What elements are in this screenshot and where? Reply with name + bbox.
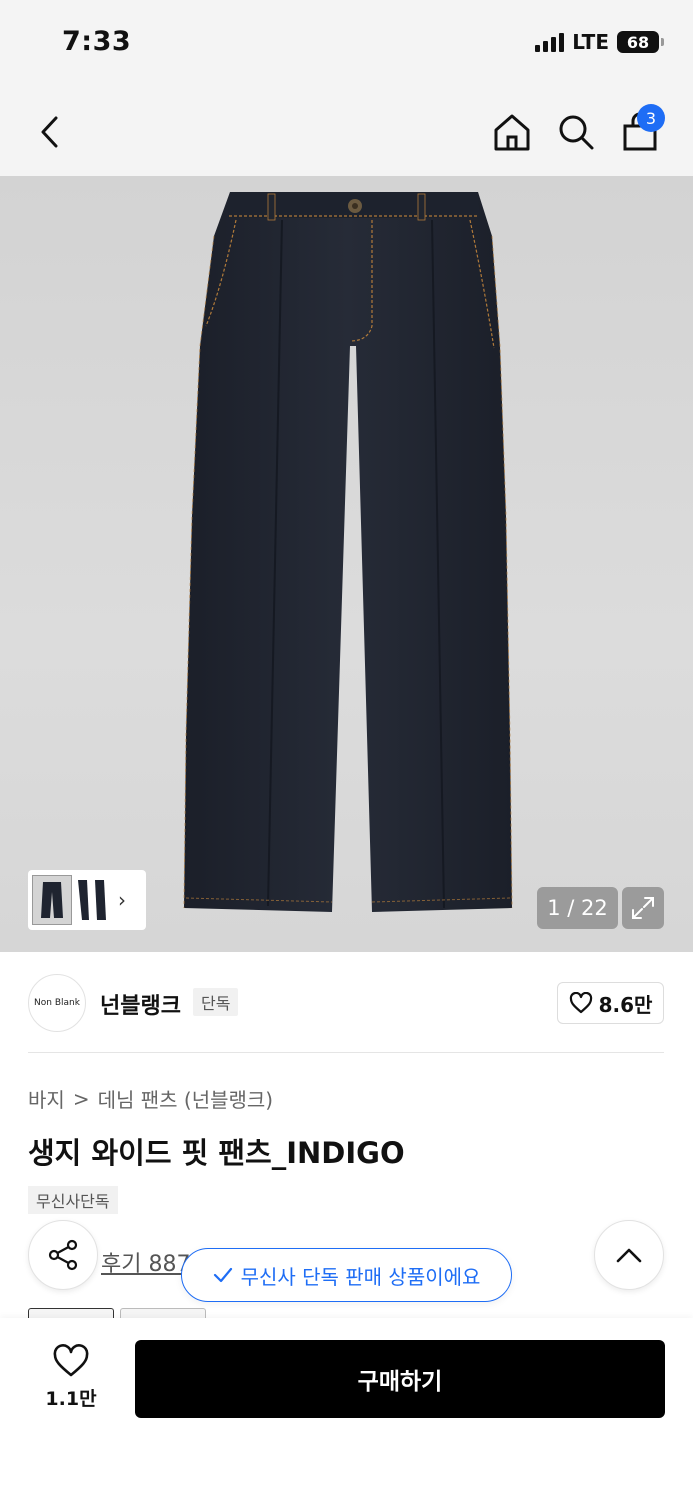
network-label: LTE [572, 30, 609, 54]
wishlist-button[interactable]: 1.1만 [34, 1344, 108, 1411]
breadcrumb-category[interactable]: 바지 [28, 1084, 65, 1113]
heart-icon [53, 1344, 89, 1377]
thumbnail-strip[interactable]: › [28, 870, 146, 930]
pants-thumbnail-icon [41, 882, 63, 918]
product-title: 생지 와이드 핏 팬츠_INDIGO [28, 1136, 405, 1170]
search-icon [559, 115, 594, 150]
home-button[interactable] [488, 108, 536, 156]
status-indicators: LTE 68 [535, 30, 664, 54]
share-button[interactable] [28, 1220, 98, 1290]
brand-like-button[interactable]: 8.6만 [557, 982, 664, 1024]
battery-icon: 68 [617, 31, 664, 53]
status-time: 7:33 [62, 26, 132, 57]
expand-button[interactable] [622, 887, 664, 929]
breadcrumb-subcategory[interactable]: 데님 팬츠 (넌블랭크) [98, 1084, 274, 1113]
option-chip[interactable] [28, 1308, 114, 1318]
review-link[interactable]: 후기 887 [101, 1246, 190, 1278]
back-button[interactable] [26, 108, 74, 156]
thumbnail-2[interactable] [74, 875, 110, 925]
option-chip-row [28, 1308, 206, 1318]
product-photo [183, 192, 513, 912]
brand-logo[interactable]: Non Blank [28, 974, 86, 1032]
check-icon [213, 1267, 232, 1283]
thumbnail-1[interactable] [32, 875, 72, 925]
option-chip[interactable] [120, 1308, 206, 1318]
scroll-top-button[interactable] [594, 1220, 664, 1290]
cart-count-badge: 3 [637, 104, 665, 132]
exclusive-toast: 무신사 단독 판매 상품이에요 [181, 1248, 512, 1302]
expand-icon [632, 897, 654, 919]
brand-exclusive-tag: 단독 [193, 988, 239, 1016]
wishlist-count: 1.1만 [45, 1388, 97, 1410]
chevron-right-icon[interactable]: › [118, 888, 126, 912]
home-icon [494, 114, 530, 151]
heart-icon [569, 992, 592, 1014]
search-button[interactable] [552, 108, 600, 156]
brand-name[interactable]: 넌블랭크 [100, 988, 181, 1020]
toast-text: 무신사 단독 판매 상품이에요 [240, 1264, 481, 1289]
chevron-up-icon [616, 1248, 642, 1263]
top-navigation [0, 90, 693, 176]
product-image-gallery[interactable]: › 1 / 22 [0, 176, 693, 952]
divider [28, 1052, 664, 1053]
breadcrumb-separator: > [72, 1086, 90, 1111]
pants-pair-thumbnail-icon [78, 880, 106, 920]
bottom-action-bar: 1.1만 구매하기 [0, 1318, 693, 1500]
chevron-left-icon [41, 116, 58, 148]
buy-button[interactable]: 구매하기 [135, 1340, 665, 1418]
battery-level: 68 [626, 32, 650, 52]
image-counter: 1 / 22 [537, 887, 618, 929]
share-icon [48, 1239, 78, 1271]
signal-icon [535, 32, 565, 52]
brand-like-count: 8.6만 [598, 992, 653, 1017]
breadcrumb: 바지 > 데님 팬츠 (넌블랭크) [28, 1084, 273, 1113]
exclusive-tag: 무신사단독 [28, 1186, 118, 1214]
status-bar: 7:33 LTE 68 [0, 0, 693, 90]
